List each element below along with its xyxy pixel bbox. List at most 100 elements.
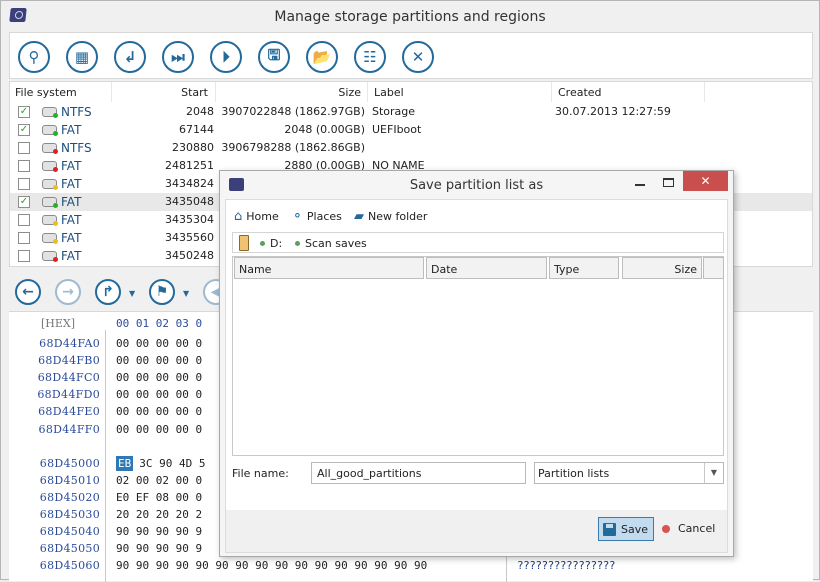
close-toolbar-button[interactable]: ✕ xyxy=(402,41,434,73)
partition-row[interactable]: ✓ NTFS 2048 3907022848 (1862.97GB) Storage 30… xyxy=(10,103,812,121)
partition-checkbox[interactable] xyxy=(18,250,30,262)
places-label: Places xyxy=(306,210,342,223)
hex-bytes-row[interactable]: 90 90 90 90 9 xyxy=(116,525,202,538)
status-led-icon xyxy=(53,221,58,226)
bookmark-dropdown-caret-icon[interactable]: ▼ xyxy=(183,289,189,298)
file-list[interactable]: Name Date Type Size xyxy=(232,256,724,456)
minimize-icon[interactable] xyxy=(635,184,645,186)
folder-icon xyxy=(239,235,249,251)
partition-fs: NTFS xyxy=(61,105,92,119)
partition-checkbox[interactable]: ✓ xyxy=(18,106,30,118)
hex-address: 68D44FB0 xyxy=(38,354,100,368)
main-toolbar: ⚲ ▦ ↲ ⏭ ⏵ 🖫 📂 ☷ ✕ xyxy=(9,32,813,79)
goto-button[interactable]: ↱ xyxy=(95,279,121,305)
forward-button[interactable]: → xyxy=(55,279,81,305)
drive-icon xyxy=(42,197,58,208)
file-col-size[interactable]: Size xyxy=(622,257,702,279)
hex-address: 68D45030 xyxy=(39,507,100,521)
red-dot-icon xyxy=(662,524,670,533)
status-led-icon xyxy=(53,185,58,190)
partition-checkbox[interactable] xyxy=(18,178,30,190)
file-type-select[interactable]: Partition lists ▼ xyxy=(534,462,724,484)
hex-bytes-row[interactable]: EB 3C 90 4D 5 xyxy=(116,455,206,471)
partition-start: 3435560 xyxy=(165,231,214,244)
col-created[interactable]: Created xyxy=(558,86,602,99)
back-button[interactable]: ← xyxy=(15,279,41,305)
hex-bytes-row[interactable]: 00 00 00 00 0 xyxy=(116,388,202,401)
partition-fs: FAT xyxy=(61,123,82,137)
dialog-close-button[interactable]: ✕ xyxy=(683,171,728,191)
col-start[interactable]: Start xyxy=(110,86,208,99)
hex-bytes-row[interactable]: 00 00 00 00 0 xyxy=(116,337,202,350)
maximize-icon[interactable] xyxy=(663,178,674,187)
play-icon: ⏵ xyxy=(222,48,230,66)
arrow-down-left-icon: ↲ xyxy=(123,48,137,66)
file-col-spacer xyxy=(703,257,724,279)
hex-address: 68D44FC0 xyxy=(37,371,100,385)
selected-byte[interactable]: EB xyxy=(116,455,134,471)
title-bar: Manage storage partitions and regions xyxy=(1,1,819,33)
hex-bytes-row[interactable]: 90 90 90 90 9 xyxy=(116,542,202,555)
folder-icon: 📂 xyxy=(312,48,332,66)
hex-address: 68D44FA0 xyxy=(39,337,100,350)
col-label[interactable]: Label xyxy=(374,86,404,99)
goto-dropdown-caret-icon[interactable]: ▼ xyxy=(129,289,135,298)
insert-button[interactable]: ↲ xyxy=(114,41,146,73)
hex-bytes-row[interactable]: 00 00 00 00 0 xyxy=(116,371,202,384)
ascii-text: ???????????????? xyxy=(517,559,615,572)
play-button[interactable]: ⏵ xyxy=(210,41,242,73)
col-file-system[interactable]: File system xyxy=(15,86,77,99)
file-col-date[interactable]: Date xyxy=(426,257,547,279)
partition-fs: FAT xyxy=(61,249,82,263)
breadcrumb-drive[interactable]: D: xyxy=(260,237,282,250)
home-button[interactable]: ⌂ Home xyxy=(234,209,279,224)
partition-fs: FAT xyxy=(61,159,82,173)
open-folder-button[interactable]: 📂 xyxy=(306,41,338,73)
hex-bytes-row[interactable]: 90 90 90 90 90 90 90 90 90 90 90 90 90 9… xyxy=(116,559,427,572)
partition-checkbox[interactable] xyxy=(18,232,30,244)
scan-button[interactable]: ⚲ xyxy=(18,41,50,73)
file-type-value: Partition lists xyxy=(538,467,610,480)
partition-size: 3906798288 (1862.86GB) xyxy=(221,141,365,154)
hex-bytes-row[interactable]: 00 00 00 00 0 xyxy=(116,405,202,418)
file-name-input[interactable]: All_good_partitions xyxy=(311,462,526,484)
hex-address: 68D44FF0 xyxy=(38,422,100,436)
partition-checkbox[interactable] xyxy=(18,142,30,154)
regions-button[interactable]: ▦ xyxy=(66,41,98,73)
hex-bytes-row[interactable]: E0 EF 08 00 0 xyxy=(116,491,202,504)
hex-bytes-row[interactable]: 20 20 20 20 2 xyxy=(116,508,202,521)
cancel-button[interactable]: Cancel xyxy=(662,522,715,535)
partition-row[interactable]: NTFS 230880 3906798288 (1862.86GB) xyxy=(10,139,812,157)
breadcrumb-scan-saves[interactable]: Scan saves xyxy=(295,237,367,250)
hex-mode-label: [HEX] xyxy=(41,317,76,330)
partition-created: 30.07.2013 12:27:59 xyxy=(555,105,671,118)
home-icon: ⌂ xyxy=(234,209,243,224)
status-led-icon xyxy=(53,131,58,136)
save-button[interactable]: Save xyxy=(598,517,654,541)
list-view-button[interactable]: ☷ xyxy=(354,41,386,73)
hex-address: 68D45000 xyxy=(39,456,100,470)
partition-checkbox[interactable]: ✓ xyxy=(18,124,30,136)
new-folder-button[interactable]: ▰ New folder xyxy=(354,209,427,224)
hex-bytes-row[interactable]: 02 00 02 00 0 xyxy=(116,474,202,487)
partition-row[interactable]: ✓ FAT 67144 2048 (0.00GB) UEFIboot xyxy=(10,121,812,139)
dialog-footer: Save Cancel xyxy=(226,510,727,552)
drive-icon xyxy=(42,233,58,244)
hex-bytes-row[interactable]: 00 00 00 00 0 xyxy=(116,354,202,367)
col-size[interactable]: Size xyxy=(220,86,361,99)
file-col-type[interactable]: Type xyxy=(549,257,619,279)
hex-bytes-row[interactable]: 00 00 00 00 0 xyxy=(116,423,202,436)
partition-fs: FAT xyxy=(61,213,82,227)
places-icon: ⚬ xyxy=(292,209,303,224)
skip-next-button[interactable]: ⏭ xyxy=(162,41,194,73)
partition-checkbox[interactable] xyxy=(18,160,30,172)
partition-checkbox[interactable]: ✓ xyxy=(18,196,30,208)
hex-address: 68D44FE0 xyxy=(38,405,100,419)
places-button[interactable]: ⚬ Places xyxy=(292,209,342,224)
file-col-name[interactable]: Name xyxy=(234,257,424,279)
partition-checkbox[interactable] xyxy=(18,214,30,226)
hex-bytes: 3C 90 4D 5 xyxy=(139,456,206,470)
save-toolbar-button[interactable]: 🖫 xyxy=(258,41,290,73)
hex-navigation: ← → ↱ ▼ ⚑ ▼ ◀ xyxy=(9,271,229,311)
bookmark-button[interactable]: ⚑ xyxy=(149,279,175,305)
